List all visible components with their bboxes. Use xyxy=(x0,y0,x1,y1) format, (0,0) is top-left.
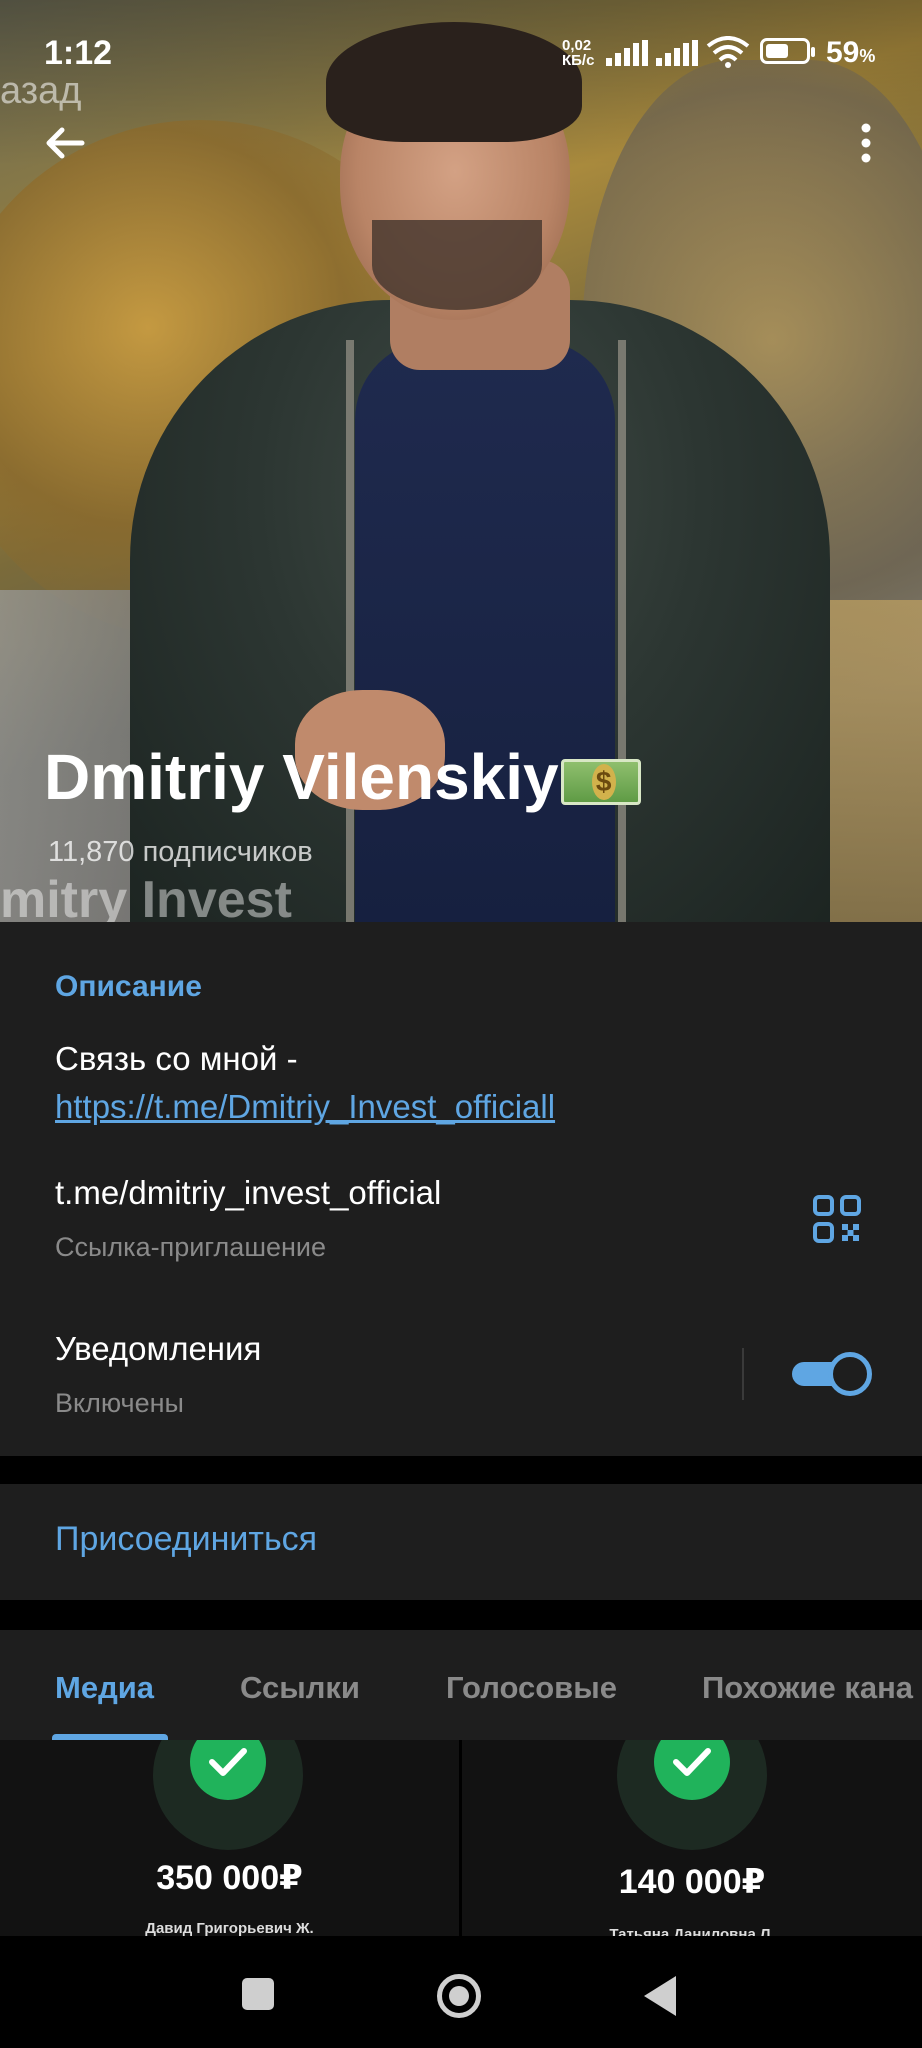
media-tabs-bar: Медиа Ссылки Голосовые Похожие кана xyxy=(0,1630,922,1741)
description-link[interactable]: https://t.me/Dmitriy_Invest_officiall xyxy=(55,1088,555,1126)
payment-payer: Давид Григорьевич Ж. xyxy=(145,1920,314,1936)
media-item[interactable]: 140 000₽ Татьяна Даниловна Л. xyxy=(462,1740,922,1936)
signal-icon-sim2 xyxy=(656,40,700,66)
signal-icon xyxy=(606,40,650,66)
payment-payer: Татьяна Даниловна Л. xyxy=(609,1926,775,1936)
channel-info-card: Описание Связь со мной - https://t.me/Dm… xyxy=(0,922,922,1456)
payment-amount: 350 000₽ xyxy=(156,1859,303,1897)
recent-apps-icon[interactable] xyxy=(242,1978,274,2010)
notifications-toggle[interactable] xyxy=(792,1350,872,1398)
more-options-icon[interactable] xyxy=(846,118,886,168)
system-navigation-bar xyxy=(0,1936,922,2048)
wifi-icon xyxy=(706,36,750,68)
payment-amount: 140 000₽ xyxy=(618,1863,766,1901)
row-divider xyxy=(742,1348,744,1400)
invite-link-label: Ссылка-приглашение xyxy=(55,1232,327,1262)
join-button[interactable]: Присоединиться xyxy=(55,1520,317,1559)
invite-link[interactable]: t.me/dmitriy_invest_official xyxy=(55,1174,441,1212)
status-time: 1:12 xyxy=(44,34,113,72)
qr-code-icon[interactable] xyxy=(812,1194,862,1244)
tab-media[interactable]: Медиа xyxy=(55,1670,154,1706)
media-grid: 350 000₽ Давид Григорьевич Ж. 140 000₽ Т… xyxy=(0,1740,922,1936)
battery-icon xyxy=(760,38,815,64)
battery-percent: 59% xyxy=(826,36,876,69)
notifications-title[interactable]: Уведомления xyxy=(55,1330,261,1368)
money-with-wings-icon xyxy=(560,759,641,806)
tab-links[interactable]: Ссылки xyxy=(240,1670,360,1706)
description-text: Связь со мной - xyxy=(55,1040,298,1077)
channel-header-photo: азад mitry Invest 1:12 0,02 КБ/с 59% Dmi… xyxy=(0,0,922,922)
network-speed: 0,02 КБ/с xyxy=(562,37,595,69)
system-back-icon[interactable] xyxy=(644,1976,676,2016)
media-item[interactable]: 350 000₽ Давид Григорьевич Ж. xyxy=(0,1740,459,1936)
tab-voice[interactable]: Голосовые xyxy=(446,1670,617,1706)
notifications-status: Включены xyxy=(55,1388,184,1418)
status-bar: 1:12 0,02 КБ/с 59% xyxy=(0,0,922,100)
description-title: Описание xyxy=(55,970,202,1003)
join-card: Присоединиться xyxy=(0,1484,922,1600)
photo-watermark: mitry Invest xyxy=(0,871,292,922)
tab-similar-channels[interactable]: Похожие кана xyxy=(702,1670,913,1706)
home-icon[interactable] xyxy=(437,1974,481,2018)
channel-name: Dmitriy Vilenskiy xyxy=(44,740,641,814)
subscriber-count: 11,870 подписчиков xyxy=(48,836,313,868)
back-arrow-icon[interactable] xyxy=(40,118,90,168)
